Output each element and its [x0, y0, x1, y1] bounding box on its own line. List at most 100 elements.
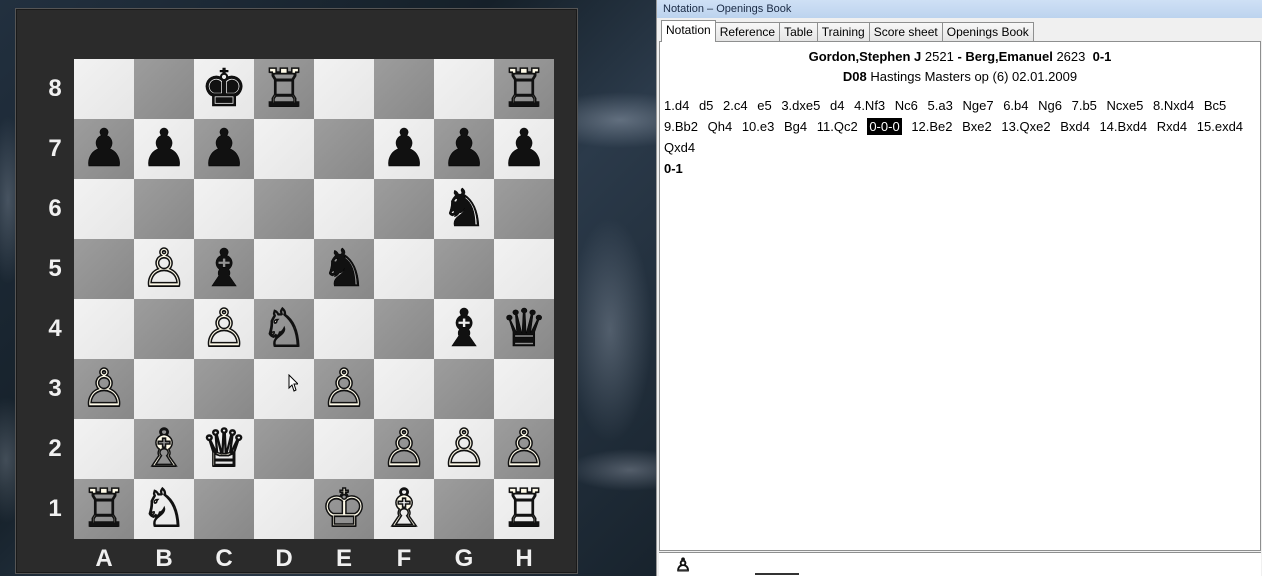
- square-d4[interactable]: ♘: [254, 299, 314, 359]
- square-b2[interactable]: ♗: [134, 419, 194, 479]
- move[interactable]: 11.Qc2: [817, 119, 858, 134]
- move[interactable]: 6.b4: [1003, 98, 1028, 113]
- square-a1[interactable]: ♖: [74, 479, 134, 539]
- chess-piece-icon[interactable]: ♗: [380, 482, 428, 536]
- tab-notation[interactable]: Notation: [661, 20, 716, 42]
- square-f2[interactable]: ♙: [374, 419, 434, 479]
- chess-piece-icon[interactable]: ♔: [320, 482, 368, 536]
- square-c4[interactable]: ♙: [194, 299, 254, 359]
- chess-piece-icon[interactable]: ♛: [500, 303, 547, 356]
- chess-piece-icon[interactable]: ♝: [440, 303, 487, 356]
- move[interactable]: 9.Bb2: [664, 119, 698, 134]
- square-d5[interactable]: [254, 239, 314, 299]
- square-d8[interactable]: ♖: [254, 59, 314, 119]
- square-f6[interactable]: [374, 179, 434, 239]
- chess-piece-icon[interactable]: ♟: [140, 123, 187, 176]
- square-b1[interactable]: ♘: [134, 479, 194, 539]
- square-a8[interactable]: [74, 59, 134, 119]
- square-c8[interactable]: ♚: [194, 59, 254, 119]
- chess-piece-icon[interactable]: ♙: [140, 242, 188, 296]
- move[interactable]: 13.Qxe2: [1001, 119, 1050, 134]
- square-c2[interactable]: ♕: [194, 419, 254, 479]
- chess-piece-icon[interactable]: ♞: [320, 243, 367, 296]
- square-e6[interactable]: [314, 179, 374, 239]
- square-f3[interactable]: [374, 359, 434, 419]
- move[interactable]: Bc5: [1204, 98, 1226, 113]
- chess-piece-icon[interactable]: ♟: [440, 123, 487, 176]
- square-h4[interactable]: ♛: [494, 299, 554, 359]
- square-a5[interactable]: [74, 239, 134, 299]
- move[interactable]: 10.e3: [742, 119, 775, 134]
- square-a4[interactable]: [74, 299, 134, 359]
- chess-piece-icon[interactable]: ♙: [80, 362, 128, 416]
- black-player[interactable]: Berg,Emanuel: [965, 49, 1052, 64]
- square-d2[interactable]: [254, 419, 314, 479]
- chess-piece-icon[interactable]: ♙: [500, 422, 548, 476]
- tab-reference[interactable]: Reference: [714, 22, 781, 42]
- square-f8[interactable]: [374, 59, 434, 119]
- square-c5[interactable]: ♝: [194, 239, 254, 299]
- chess-piece-icon[interactable]: ♘: [260, 302, 308, 356]
- tab-openings-book[interactable]: Openings Book: [941, 22, 1034, 42]
- square-e8[interactable]: [314, 59, 374, 119]
- move[interactable]: Bxd4: [1060, 119, 1090, 134]
- move[interactable]: Bxe2: [962, 119, 992, 134]
- square-a7[interactable]: ♟: [74, 119, 134, 179]
- move[interactable]: 3.dxe5: [781, 98, 820, 113]
- move[interactable]: 1.d4: [664, 98, 689, 113]
- square-h1[interactable]: ♖: [494, 479, 554, 539]
- square-d3[interactable]: [254, 359, 314, 419]
- move[interactable]: Rxd4: [1157, 119, 1187, 134]
- move[interactable]: d5: [699, 98, 713, 113]
- chess-piece-icon[interactable]: ♟: [80, 123, 127, 176]
- square-g2[interactable]: ♙: [434, 419, 494, 479]
- square-b8[interactable]: [134, 59, 194, 119]
- chess-piece-icon[interactable]: ♕: [200, 422, 248, 476]
- chess-piece-icon[interactable]: ♟: [500, 123, 547, 176]
- square-g4[interactable]: ♝: [434, 299, 494, 359]
- square-b6[interactable]: [134, 179, 194, 239]
- move[interactable]: 4.Nf3: [854, 98, 885, 113]
- chess-piece-icon[interactable]: ♙: [320, 362, 368, 416]
- square-c7[interactable]: ♟: [194, 119, 254, 179]
- move[interactable]: 8.Nxd4: [1153, 98, 1194, 113]
- move[interactable]: 0-0-0: [867, 118, 902, 135]
- chess-piece-icon[interactable]: ♝: [200, 243, 247, 296]
- move[interactable]: d4: [830, 98, 844, 113]
- tab-table[interactable]: Table: [779, 22, 818, 42]
- square-h7[interactable]: ♟: [494, 119, 554, 179]
- tab-score-sheet[interactable]: Score sheet: [868, 22, 943, 42]
- square-f7[interactable]: ♟: [374, 119, 434, 179]
- square-a3[interactable]: ♙: [74, 359, 134, 419]
- move[interactable]: Qh4: [708, 119, 733, 134]
- chessboard[interactable]: ♚ ♖ ♖ ♟ ♟ ♟ ♟ ♟ ♟ ♞ ♙ ♝ ♞ ♙ ♘ ♝ ♛ ♙ ♙ ♗ ♕ ♙ ♙ ♙ ♖ ♘ ♔ ♗ ♖: [74, 59, 554, 539]
- chess-piece-icon[interactable]: ♙: [380, 422, 428, 476]
- square-b7[interactable]: ♟: [134, 119, 194, 179]
- move[interactable]: 14.Bxd4: [1099, 119, 1147, 134]
- square-e7[interactable]: [314, 119, 374, 179]
- square-e5[interactable]: ♞: [314, 239, 374, 299]
- move[interactable]: e5: [757, 98, 771, 113]
- square-d1[interactable]: [254, 479, 314, 539]
- move[interactable]: Qxd4: [664, 140, 695, 155]
- square-h2[interactable]: ♙: [494, 419, 554, 479]
- square-h8[interactable]: ♖: [494, 59, 554, 119]
- chess-piece-icon[interactable]: ♖: [260, 62, 308, 116]
- white-player[interactable]: Gordon,Stephen J: [809, 49, 922, 64]
- move[interactable]: Nc6: [895, 98, 918, 113]
- square-e2[interactable]: [314, 419, 374, 479]
- square-a6[interactable]: [74, 179, 134, 239]
- square-b3[interactable]: [134, 359, 194, 419]
- square-g5[interactable]: [434, 239, 494, 299]
- move[interactable]: 12.Be2: [911, 119, 952, 134]
- square-g6[interactable]: ♞: [434, 179, 494, 239]
- square-c3[interactable]: [194, 359, 254, 419]
- square-g3[interactable]: [434, 359, 494, 419]
- move[interactable]: Nge7: [962, 98, 993, 113]
- chess-piece-icon[interactable]: ♞: [440, 183, 487, 236]
- square-f1[interactable]: ♗: [374, 479, 434, 539]
- square-f5[interactable]: [374, 239, 434, 299]
- chess-piece-icon[interactable]: ♗: [140, 422, 188, 476]
- square-a2[interactable]: [74, 419, 134, 479]
- chess-piece-icon[interactable]: ♚: [200, 63, 247, 116]
